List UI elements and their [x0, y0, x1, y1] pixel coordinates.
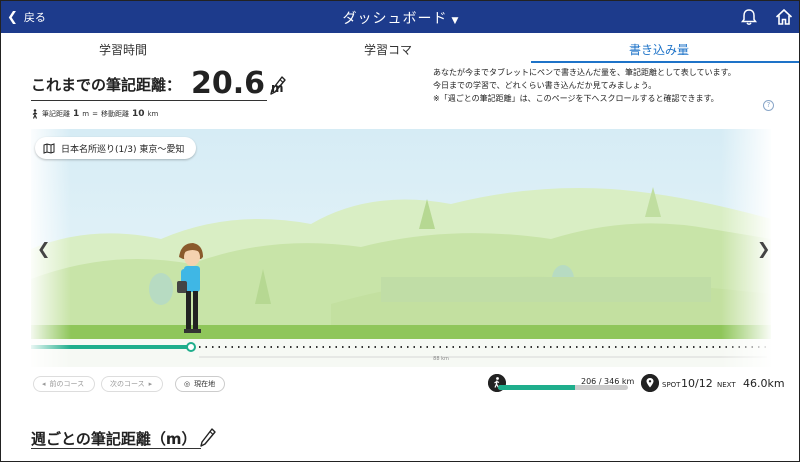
pencil-icon [200, 428, 216, 447]
weekly-underline [31, 448, 201, 449]
conv-eq: = [92, 110, 98, 118]
dashboard-screen: ❮ 戻る ダッシュボード ▼ 学習時間 学習コマ 書き込み量 これまでの筆記距離：… [0, 0, 800, 462]
course-scene: 88 km [31, 129, 771, 367]
description-line: 今日までの学習で、どれくらい書き込んだか見てみましょう。 [433, 81, 657, 90]
headline-underline [31, 100, 267, 101]
conversion-note: 筆記距離 1 m = 移動距離 10 km [31, 109, 158, 119]
next-value: 46.0km [743, 377, 785, 390]
prev-course-label: 前のコース [49, 380, 85, 388]
chevron-left-circle-icon: ◂ [42, 380, 46, 388]
pencil-icon [270, 76, 286, 95]
progress-bar [498, 385, 628, 390]
current-location-button[interactable]: ◎ 現在地 [175, 376, 225, 392]
home-icon[interactable] [774, 7, 794, 27]
active-tab-indicator [531, 61, 799, 63]
scene-prev-arrow[interactable]: ❮ [37, 239, 50, 258]
conv-a-label: 筆記距離 [42, 110, 70, 118]
course-label: 日本名所巡り(1/3) 東京〜愛知 [61, 144, 185, 155]
target-icon: ◎ [184, 380, 191, 388]
caret-down-icon: ▼ [451, 16, 460, 26]
distance-value: 20.6 [191, 66, 266, 101]
weekly-title: 週ごとの筆記距離（m） [31, 430, 197, 448]
walker-small-icon [32, 109, 38, 119]
progress-fill [498, 385, 576, 390]
prev-course-button[interactable]: ◂ 前のコース [33, 376, 95, 392]
conv-b-label: 移動距離 [100, 110, 129, 118]
track-scale-label: 88 km [433, 356, 449, 362]
conv-a-unit: m [82, 110, 90, 118]
conv-b-unit: km [147, 110, 159, 118]
current-location-label: 現在地 [194, 380, 216, 388]
location-pin-icon [641, 374, 659, 392]
plateau [381, 277, 711, 302]
description-text: あなたが今までタブレットにペンで書き込んだ量を、筆記距離として表しています。 今… [433, 66, 783, 105]
spot-label: SPOT [662, 381, 681, 389]
chevron-right-circle-icon: ▸ [148, 380, 153, 388]
map-icon [43, 142, 55, 154]
distance-headline: これまでの筆記距離： 20.6 m [31, 69, 284, 99]
distance-label: これまでの筆記距離： [31, 76, 182, 94]
grass [31, 325, 771, 339]
description-line: ※「週ごとの筆記距離」は、このページを下へスクロールすると確認できます。 [433, 94, 719, 103]
conv-a-value: 1 [73, 109, 80, 119]
tab-study-time[interactable]: 学習時間 [99, 41, 147, 58]
description-line: あなたが今までタブレットにペンで書き込んだ量を、筆記距離として表しています。 [433, 68, 736, 77]
course-badge: 日本名所巡り(1/3) 東京〜愛知 [35, 137, 197, 159]
page-title[interactable]: ダッシュボード ▼ [1, 8, 799, 28]
conv-b-value: 10 [131, 109, 145, 119]
scene-next-arrow[interactable]: ❯ [757, 239, 770, 258]
bush [149, 273, 173, 305]
ground [31, 339, 771, 367]
help-icon[interactable]: ? [763, 100, 774, 111]
tab-bar: 学習時間 学習コマ 書き込み量 [1, 37, 799, 63]
page-title-text: ダッシュボード [342, 11, 448, 27]
current-position-marker [186, 342, 196, 352]
next-course-button[interactable]: 次のコース ▸ [101, 376, 163, 392]
bell-icon[interactable] [739, 7, 759, 27]
app-header: ❮ 戻る ダッシュボード ▼ [1, 1, 799, 33]
next-label: NEXT [717, 381, 736, 389]
tab-study-lessons[interactable]: 学習コマ [364, 41, 412, 58]
spot-value: 10/12 [681, 377, 713, 390]
next-course-label: 次のコース [110, 380, 145, 388]
tab-writing-amount[interactable]: 書き込み量 [629, 41, 689, 58]
